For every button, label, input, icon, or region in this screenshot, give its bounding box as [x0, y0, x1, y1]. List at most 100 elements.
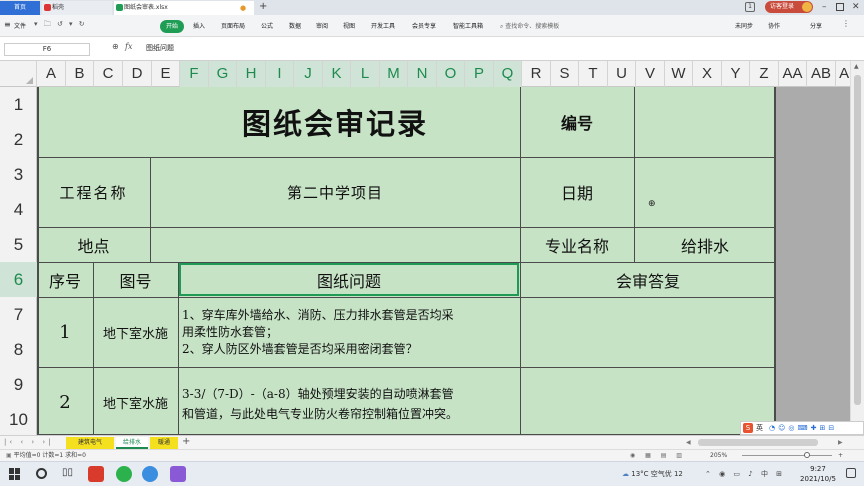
minimize-icon[interactable]: –	[822, 0, 827, 14]
browser-icon[interactable]	[142, 466, 158, 482]
formula-input[interactable]: 图纸问题	[146, 43, 174, 54]
column-header-i[interactable]: I	[266, 61, 294, 87]
column-header-c[interactable]: C	[94, 61, 123, 87]
tab-home[interactable]: 首页	[0, 1, 40, 15]
row-header-3[interactable]: 3	[0, 157, 37, 192]
row-header-9[interactable]: 9	[0, 367, 37, 402]
tab-close-icon[interactable]: ●	[240, 1, 246, 15]
column-header-l[interactable]: L	[351, 61, 380, 87]
column-header-j[interactable]: J	[294, 61, 323, 87]
more-icon[interactable]: ⋮	[842, 19, 850, 28]
app-icon[interactable]	[170, 466, 186, 482]
horizontal-scroll-thumb[interactable]	[698, 439, 818, 446]
sheet-tab-hvac[interactable]: 暖通	[150, 437, 178, 449]
menu-devtools[interactable]: 开发工具	[371, 20, 395, 33]
row-header-7[interactable]: 7	[0, 297, 37, 332]
menu-insert[interactable]: 插入	[193, 20, 205, 33]
zoom-slider-knob[interactable]	[804, 452, 810, 458]
number-label[interactable]: 编号	[520, 87, 634, 157]
column-header-q[interactable]: Q	[494, 61, 522, 87]
column-header-u[interactable]: U	[608, 61, 636, 87]
sheet-nav-icons[interactable]: |‹ ‹ › ›|	[4, 436, 54, 449]
column-header-b[interactable]: B	[66, 61, 94, 87]
column-header-o[interactable]: O	[437, 61, 465, 87]
clock[interactable]: 9:27 2021/10/5	[796, 464, 840, 484]
column-header-p[interactable]: P	[465, 61, 494, 87]
project-label[interactable]: 工程名称	[37, 157, 150, 227]
column-header-r[interactable]: R	[522, 61, 551, 87]
zoom-in-icon[interactable]: +	[838, 450, 843, 461]
search-taskbar-icon[interactable]	[36, 468, 47, 479]
column-header-g[interactable]: G	[209, 61, 237, 87]
record-2-seq[interactable]: 2	[37, 367, 93, 435]
sync-status[interactable]: 未同步	[735, 20, 753, 33]
discipline-value[interactable]: 给排水	[634, 227, 776, 262]
row-header-10[interactable]: 10	[0, 402, 37, 437]
tray-icons[interactable]: ⌃ ◉ ▭ ♪ 中 ⊞	[705, 468, 785, 480]
column-header-x[interactable]: X	[693, 61, 722, 87]
column-header-n[interactable]: N	[408, 61, 437, 87]
sheet-tab-water[interactable]: 给排水	[116, 437, 148, 449]
record-1-drawing[interactable]: 地下室水施	[93, 297, 178, 367]
sheet-tab-electrical[interactable]: 建筑电气	[66, 437, 114, 449]
hscroll-left-icon[interactable]: ◀	[686, 436, 691, 449]
sheet-title[interactable]: 图纸会审记录	[150, 87, 520, 157]
column-header-aa[interactable]: AA	[779, 61, 807, 87]
add-sheet-icon[interactable]: +	[182, 436, 190, 448]
collab-button[interactable]: 协作	[768, 20, 780, 33]
row-header-6[interactable]: 6	[0, 262, 37, 297]
discipline-label[interactable]: 专业名称	[520, 227, 634, 262]
column-header-s[interactable]: S	[551, 61, 579, 87]
wechat-icon[interactable]	[116, 466, 132, 482]
column-header-t[interactable]: T	[579, 61, 608, 87]
column-header-f[interactable]: F	[180, 61, 209, 87]
column-header-h[interactable]: H	[237, 61, 266, 87]
column-header-k[interactable]: K	[323, 61, 351, 87]
column-header-w[interactable]: W	[665, 61, 693, 87]
menu-start[interactable]: 开始	[160, 20, 184, 33]
column-header-z[interactable]: Z	[750, 61, 779, 87]
record-2-drawing[interactable]: 地下室水施	[93, 367, 178, 435]
place-label[interactable]: 地点	[37, 227, 150, 262]
task-view-icon[interactable]: ▯▯	[62, 467, 73, 478]
maximize-icon[interactable]	[836, 3, 844, 11]
menu-view[interactable]: 视图	[343, 20, 355, 33]
tab-file[interactable]: 图纸会审表.xlsx ●	[114, 1, 254, 15]
column-header-m[interactable]: M	[380, 61, 408, 87]
weather-widget[interactable]: ☁ 13°C 空气优 12	[622, 468, 683, 480]
view-mode-icons[interactable]: ◉ ▦ ▤ ▥	[630, 450, 686, 461]
row-header-5[interactable]: 5	[0, 227, 37, 262]
row-header-2[interactable]: 2	[0, 122, 37, 157]
window-badge-icon[interactable]: 1	[745, 2, 755, 12]
tab-daoke[interactable]: 稻壳	[42, 1, 112, 15]
windows-start-icon[interactable]	[9, 468, 21, 480]
menu-file[interactable]: 文件	[14, 20, 26, 33]
column-header-d[interactable]: D	[123, 61, 152, 87]
column-header-e[interactable]: E	[152, 61, 180, 87]
search-command[interactable]: ⌕ 查找命令、搜索模板	[500, 20, 559, 33]
menu-member[interactable]: 会员专享	[412, 20, 436, 33]
column-header-v[interactable]: V	[636, 61, 665, 87]
header-seq[interactable]: 序号	[37, 262, 93, 297]
ime-toolbar[interactable]: S 英 ◔☺◎⌨✚⊞⊟	[740, 421, 864, 435]
record-2-problem[interactable]: 3-3/（7-D）-（a-8）轴处预埋安装的自动喷淋套管 和管道，与此处电气专业…	[182, 384, 518, 424]
menu-smart[interactable]: 智能工具箱	[453, 20, 483, 33]
zoom-level[interactable]: 205%	[710, 450, 727, 461]
column-header-y[interactable]: Y	[722, 61, 750, 87]
name-box[interactable]: F6	[4, 43, 90, 56]
record-1-problem[interactable]: 1、穿车库外墙给水、消防、压力排水套管是否均采 用柔性防水套管； 2、穿人防区外…	[182, 307, 518, 358]
scroll-thumb[interactable]	[854, 75, 861, 405]
select-all-corner[interactable]	[0, 61, 37, 87]
new-tab-button[interactable]: +	[259, 0, 267, 14]
menu-review[interactable]: 审阅	[316, 20, 328, 33]
column-header-ab[interactable]: AB	[807, 61, 836, 87]
worksheet-grid[interactable]: 图纸会审记录 编号 工程名称 第二中学项目 日期 ⊕ 地点 专业名称 给排水 序…	[37, 87, 776, 435]
header-problem[interactable]: 图纸问题	[179, 263, 519, 296]
hscroll-right-icon[interactable]: ▶	[838, 436, 843, 449]
record-1-seq[interactable]: 1	[37, 297, 93, 367]
project-name[interactable]: 第二中学项目	[150, 157, 520, 227]
menu-layout[interactable]: 页面布局	[221, 20, 245, 33]
wps-taskbar-icon[interactable]	[88, 466, 104, 482]
menu-formula[interactable]: 公式	[261, 20, 273, 33]
row-header-1[interactable]: 1	[0, 87, 37, 122]
